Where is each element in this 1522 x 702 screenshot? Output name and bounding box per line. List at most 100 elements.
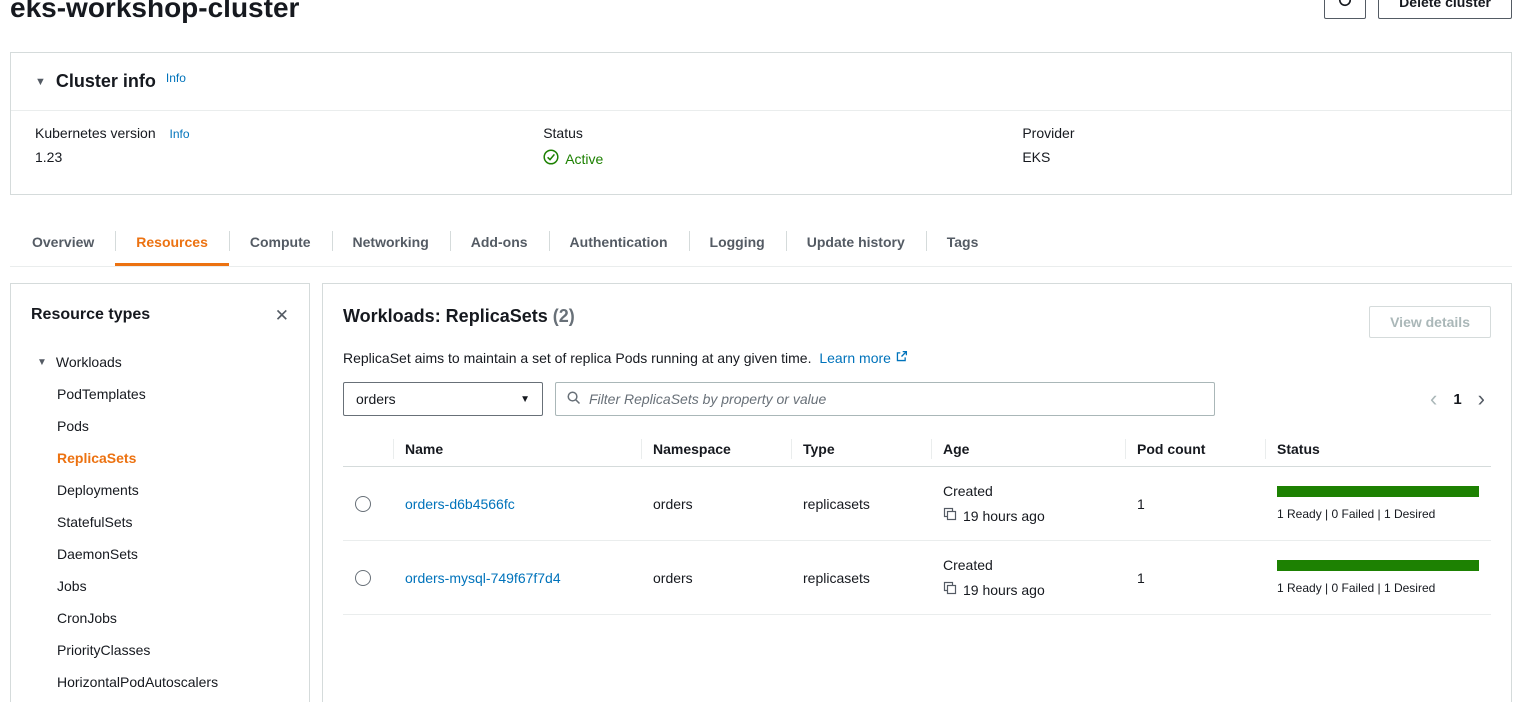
- row-radio-button[interactable]: [355, 496, 371, 512]
- next-page-icon[interactable]: ›: [1478, 388, 1485, 410]
- status-progress-bar: [1277, 486, 1479, 497]
- replicaset-name-link[interactable]: orders-mysql-749f67f7d4: [405, 570, 561, 586]
- sidebar-item-replicasets[interactable]: ReplicaSets: [11, 442, 309, 474]
- replicasets-panel: Workloads: ReplicaSets (2) View details …: [322, 283, 1512, 702]
- dropdown-arrow-icon: ▼: [520, 394, 530, 405]
- status-progress-bar: [1277, 560, 1479, 571]
- age-cell: Created 19 hours ago: [931, 467, 1125, 541]
- tab-authentication[interactable]: Authentication: [549, 221, 689, 266]
- refresh-icon: [1337, 0, 1353, 11]
- caret-down-icon: ▼: [35, 76, 46, 88]
- column-header-status[interactable]: Status: [1265, 432, 1491, 467]
- cluster-info-body: Kubernetes version Info 1.23 Status Acti…: [11, 111, 1511, 194]
- status-text: 1 Ready | 0 Failed | 1 Desired: [1277, 581, 1479, 595]
- panel-title: Workloads: ReplicaSets: [343, 306, 548, 326]
- kubernetes-version-info-link[interactable]: Info: [170, 127, 190, 141]
- kubernetes-version-value: 1.23: [35, 149, 543, 165]
- status-active-icon: [543, 149, 559, 168]
- sidebar-title: Resource types: [31, 306, 150, 324]
- pod-count-cell: 1: [1125, 541, 1265, 615]
- tab-update-history[interactable]: Update history: [786, 221, 926, 266]
- cluster-info-info-link[interactable]: Info: [166, 71, 186, 85]
- close-icon: ✕: [275, 306, 289, 325]
- description-text: ReplicaSet aims to maintain a set of rep…: [343, 350, 811, 366]
- tab-tags[interactable]: Tags: [926, 221, 1000, 266]
- panel-count: (2): [553, 306, 575, 326]
- namespace-filter-value: orders: [356, 391, 396, 407]
- search-box: [555, 382, 1215, 416]
- refresh-button[interactable]: [1324, 0, 1366, 19]
- current-page-number[interactable]: 1: [1453, 391, 1461, 408]
- header-actions: Delete cluster: [1324, 0, 1512, 19]
- pagination: ‹ 1 ›: [1430, 388, 1491, 410]
- status-field: Status Active: [543, 125, 1022, 168]
- tab-add-ons[interactable]: Add-ons: [450, 221, 549, 266]
- copy-icon[interactable]: [943, 507, 957, 524]
- page-header: eks-workshop-cluster Delete cluster: [10, 0, 1512, 34]
- tab-overview[interactable]: Overview: [11, 221, 115, 266]
- status-cell: 1 Ready | 0 Failed | 1 Desired: [1265, 541, 1491, 615]
- sidebar-group-workloads[interactable]: ▼ Workloads: [11, 346, 309, 378]
- kubernetes-version-label: Kubernetes version: [35, 125, 156, 141]
- cluster-info-card: ▼ Cluster info Info Kubernetes version I…: [10, 52, 1512, 195]
- column-header-namespace[interactable]: Namespace: [641, 432, 791, 467]
- age-label: Created: [943, 483, 1113, 499]
- page-title: eks-workshop-cluster: [10, 0, 299, 28]
- namespace-cell: orders: [641, 541, 791, 615]
- pod-count-cell: 1: [1125, 467, 1265, 541]
- table-row: orders-d6b4566fc orders replicasets Crea…: [343, 467, 1491, 541]
- row-radio-button[interactable]: [355, 570, 371, 586]
- replicasets-table: Name Namespace Type Age Pod count Status…: [343, 432, 1491, 615]
- external-link-icon: [895, 350, 908, 366]
- namespace-filter-select[interactable]: orders ▼: [343, 382, 543, 416]
- age-value: 19 hours ago: [963, 508, 1045, 524]
- tab-resources[interactable]: Resources: [115, 221, 229, 266]
- tab-bar: Overview Resources Compute Networking Ad…: [10, 221, 1512, 267]
- column-header-type[interactable]: Type: [791, 432, 931, 467]
- sidebar-item-cronjobs[interactable]: CronJobs: [11, 602, 309, 634]
- filter-row: orders ▼ ‹ 1 ›: [343, 382, 1491, 416]
- cluster-info-header[interactable]: ▼ Cluster info Info: [11, 53, 1511, 111]
- column-header-pod-count[interactable]: Pod count: [1125, 432, 1265, 467]
- status-label: Status: [543, 125, 1022, 141]
- sidebar-item-jobs[interactable]: Jobs: [11, 570, 309, 602]
- sidebar-item-deployments[interactable]: Deployments: [11, 474, 309, 506]
- sidebar-group-cluster[interactable]: ▶ Cluster: [11, 698, 309, 702]
- tab-networking[interactable]: Networking: [332, 221, 450, 266]
- eks-cluster-page: eks-workshop-cluster Delete cluster ▼ Cl…: [0, 0, 1522, 702]
- status-cell: 1 Ready | 0 Failed | 1 Desired: [1265, 467, 1491, 541]
- sidebar-item-podtemplates[interactable]: PodTemplates: [11, 378, 309, 410]
- sidebar-item-priorityclasses[interactable]: PriorityClasses: [11, 634, 309, 666]
- tab-logging[interactable]: Logging: [689, 221, 786, 266]
- view-details-button[interactable]: View details: [1369, 306, 1491, 338]
- panel-description: ReplicaSet aims to maintain a set of rep…: [343, 350, 1491, 366]
- tab-compute[interactable]: Compute: [229, 221, 332, 266]
- column-header-age[interactable]: Age: [931, 432, 1125, 467]
- cluster-info-title: Cluster info: [56, 71, 156, 92]
- sidebar-item-statefulsets[interactable]: StatefulSets: [11, 506, 309, 538]
- sidebar-header: Resource types ✕: [11, 306, 309, 324]
- sidebar-item-pods[interactable]: Pods: [11, 410, 309, 442]
- copy-icon[interactable]: [943, 581, 957, 598]
- replicaset-filter-input[interactable]: [589, 391, 1204, 407]
- sidebar-item-horizontalpodautoscalers[interactable]: HorizontalPodAutoscalers: [11, 666, 309, 698]
- resource-types-sidebar: Resource types ✕ ▼ Workloads PodTemplate…: [10, 283, 310, 702]
- status-text: 1 Ready | 0 Failed | 1 Desired: [1277, 507, 1479, 521]
- replicaset-name-link[interactable]: orders-d6b4566fc: [405, 496, 515, 512]
- learn-more-link[interactable]: Learn more: [819, 350, 907, 366]
- column-header-name[interactable]: Name: [393, 432, 641, 467]
- caret-down-icon: ▼: [37, 357, 47, 368]
- status-value: Active: [565, 151, 603, 167]
- close-sidebar-button[interactable]: ✕: [275, 307, 289, 324]
- delete-cluster-button[interactable]: Delete cluster: [1378, 0, 1512, 19]
- learn-more-label: Learn more: [819, 350, 891, 366]
- search-icon: [566, 390, 581, 408]
- sidebar-item-daemonsets[interactable]: DaemonSets: [11, 538, 309, 570]
- age-label: Created: [943, 557, 1113, 573]
- selection-column-header: [343, 432, 393, 467]
- table-row: orders-mysql-749f67f7d4 orders replicase…: [343, 541, 1491, 615]
- age-value: 19 hours ago: [963, 582, 1045, 598]
- previous-page-icon[interactable]: ‹: [1430, 388, 1437, 410]
- provider-value: EKS: [1022, 149, 1487, 165]
- namespace-cell: orders: [641, 467, 791, 541]
